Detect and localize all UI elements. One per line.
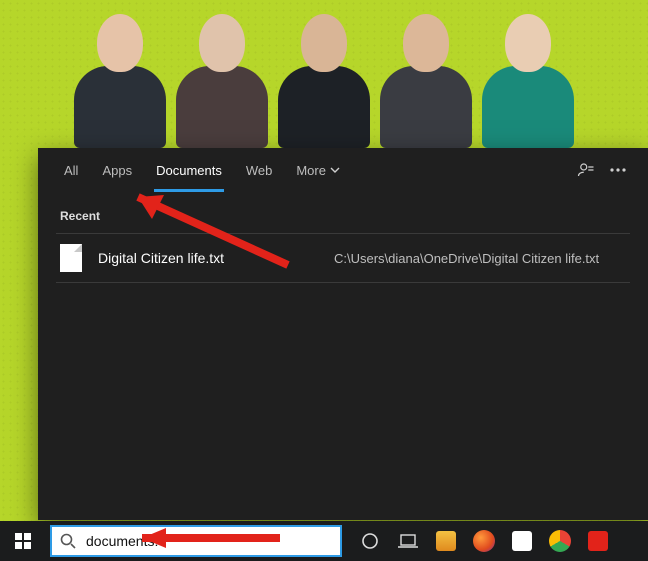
tab-documents[interactable]: Documents	[144, 148, 234, 192]
taskbar-app-explorer[interactable]	[428, 521, 464, 561]
tab-web[interactable]: Web	[234, 148, 285, 192]
divider	[56, 282, 630, 283]
windows-logo-icon	[15, 533, 31, 549]
feedback-button[interactable]	[570, 154, 602, 186]
search-filter-tabs: All Apps Documents Web More	[38, 148, 648, 193]
taskbar-app-chrome[interactable]	[542, 521, 578, 561]
tab-apps[interactable]: Apps	[90, 148, 144, 192]
result-filename: Digital Citizen life.txt	[98, 250, 318, 266]
text-file-icon	[60, 244, 82, 272]
wallpaper-people	[0, 0, 648, 148]
result-row[interactable]: Digital Citizen life.txt C:\Users\diana\…	[38, 234, 648, 282]
chevron-down-icon	[330, 165, 340, 175]
feedback-icon	[577, 161, 595, 179]
search-results-panel: All Apps Documents Web More Recent Digit…	[38, 148, 648, 520]
search-icon	[60, 533, 76, 549]
options-button[interactable]	[602, 154, 634, 186]
cortana-icon	[361, 532, 379, 550]
ellipsis-icon	[610, 168, 626, 172]
taskbar-icons	[346, 521, 648, 561]
search-input[interactable]	[84, 532, 332, 550]
tab-more-label: More	[296, 163, 326, 178]
task-view-button[interactable]	[390, 521, 426, 561]
start-button[interactable]	[0, 521, 46, 561]
taskbar-search-box[interactable]	[50, 525, 342, 557]
recent-heading: Recent	[38, 193, 648, 233]
taskbar	[0, 521, 648, 561]
tab-all[interactable]: All	[52, 148, 90, 192]
task-view-icon	[398, 533, 418, 549]
taskbar-app-firefox[interactable]	[466, 521, 502, 561]
taskbar-app-generic[interactable]	[580, 521, 616, 561]
cortana-button[interactable]	[352, 521, 388, 561]
taskbar-app-slack[interactable]	[504, 521, 540, 561]
tab-more[interactable]: More	[284, 148, 352, 192]
result-filepath: C:\Users\diana\OneDrive\Digital Citizen …	[334, 251, 599, 266]
